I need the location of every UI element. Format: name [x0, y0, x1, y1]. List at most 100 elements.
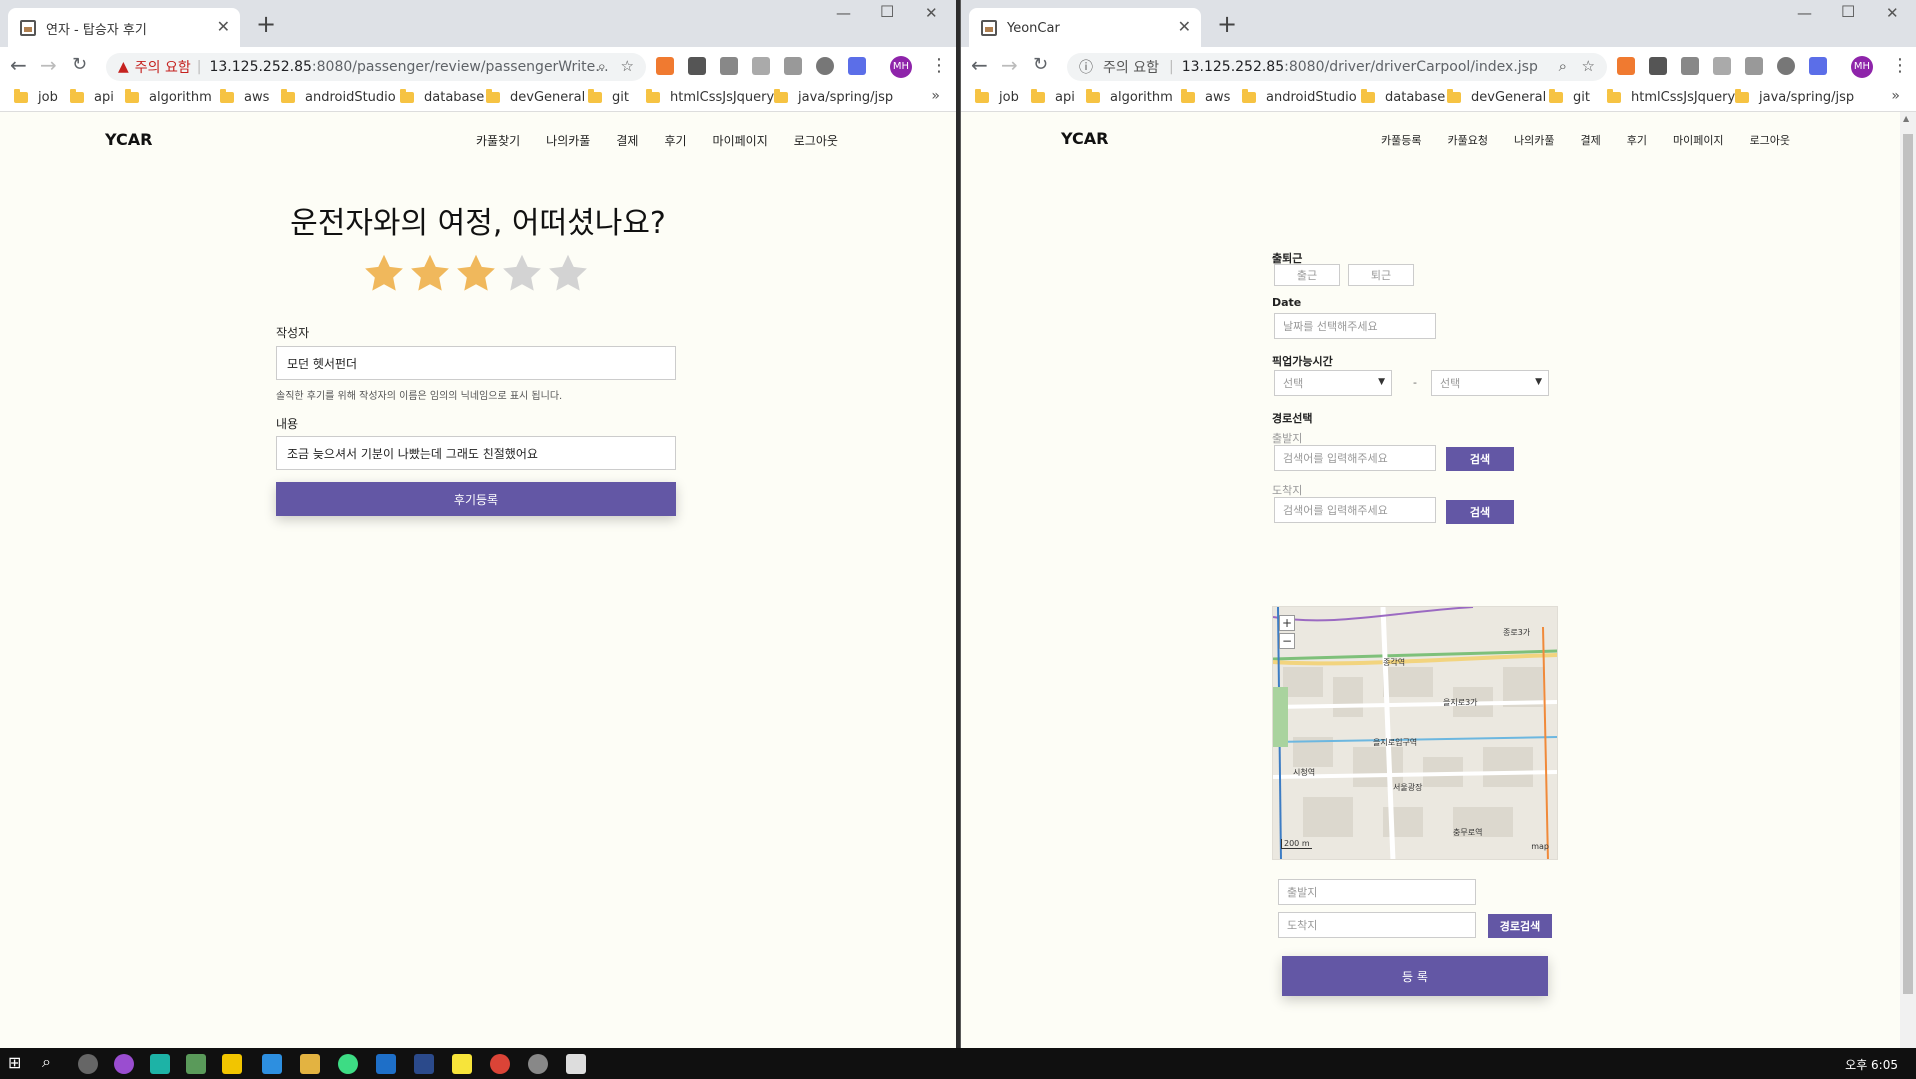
- reload-icon[interactable]: ↻: [1033, 53, 1048, 77]
- extension-icon[interactable]: [1617, 57, 1635, 75]
- menu-icon[interactable]: ⋮: [1891, 55, 1909, 76]
- app-icon[interactable]: [376, 1054, 396, 1074]
- extension-icon[interactable]: [752, 57, 770, 75]
- maximize-icon[interactable]: ☐: [1841, 2, 1855, 21]
- settings-icon[interactable]: [528, 1054, 548, 1074]
- scrollbar[interactable]: ▲: [1900, 112, 1916, 1048]
- star-filled-icon[interactable]: [454, 252, 498, 296]
- nav-mypage[interactable]: 마이페이지: [1673, 134, 1724, 147]
- back-icon[interactable]: ←: [10, 53, 27, 77]
- extension-icon[interactable]: [1681, 57, 1699, 75]
- star-filled-icon[interactable]: [408, 252, 452, 296]
- nav-carpool-request[interactable]: 카풀요청: [1447, 134, 1487, 147]
- address-bar[interactable]: ▲ 주의 요함 | 13.125.252.85:8080/passenger/r…: [106, 53, 646, 81]
- minimize-icon[interactable]: —: [1797, 4, 1812, 22]
- extension-icon[interactable]: [1745, 57, 1763, 75]
- nav-review[interactable]: 후기: [664, 134, 686, 148]
- scroll-up-icon[interactable]: ▲: [1903, 114, 1909, 123]
- file-explorer-icon[interactable]: [300, 1054, 320, 1074]
- zoom-icon[interactable]: ⌕: [1559, 57, 1567, 75]
- close-tab-icon[interactable]: ✕: [217, 18, 230, 36]
- reload-icon[interactable]: ↻: [72, 53, 87, 77]
- nav-review[interactable]: 후기: [1627, 134, 1647, 147]
- commute-option-work[interactable]: 출근: [1274, 264, 1340, 286]
- extension-icon[interactable]: [1649, 57, 1667, 75]
- back-icon[interactable]: ←: [971, 53, 988, 77]
- bookmark-folder[interactable]: java/spring/jsp: [1735, 89, 1854, 105]
- star-empty-icon[interactable]: [546, 252, 590, 296]
- origin-search-button[interactable]: 검색: [1446, 447, 1514, 471]
- pickup-end-select[interactable]: 선택 ▼: [1431, 370, 1549, 396]
- content-field[interactable]: 조금 늦으셔서 기분이 나빴는데 그래도 친절했어요: [276, 436, 676, 470]
- extension-icon[interactable]: [720, 57, 738, 75]
- android-studio-icon[interactable]: [338, 1054, 358, 1074]
- chrome-icon[interactable]: [490, 1054, 510, 1074]
- extension-icon[interactable]: [688, 57, 706, 75]
- route-map[interactable]: 종로3가 종각역 을지로입구역 시청역 충무로역 을지로3가 서울광장 + − …: [1272, 606, 1558, 860]
- nav-mypage[interactable]: 마이페이지: [713, 134, 768, 148]
- extension-icon[interactable]: [1777, 57, 1795, 75]
- nav-register-carpool[interactable]: 카풀등록: [1381, 134, 1421, 147]
- bookmark-folder[interactable]: htmlCssJsJquery: [646, 89, 774, 105]
- extension-icon[interactable]: [1713, 57, 1731, 75]
- start-windows-icon[interactable]: ⊞: [8, 1053, 28, 1073]
- nav-find-carpool[interactable]: 카풀찾기: [476, 134, 520, 148]
- extension-icon[interactable]: [816, 57, 834, 75]
- nav-my-carpool[interactable]: 나의카풀: [1514, 134, 1554, 147]
- bookmark-folder[interactable]: database: [1361, 89, 1445, 105]
- star-filled-icon[interactable]: [362, 252, 406, 296]
- profile-avatar[interactable]: MH: [890, 56, 912, 78]
- bookmark-folder[interactable]: algorithm: [1086, 89, 1173, 105]
- tab-yeoncar[interactable]: YeonCar ✕: [969, 8, 1201, 48]
- minimize-icon[interactable]: —: [836, 4, 851, 22]
- bookmark-folder[interactable]: api: [1031, 89, 1075, 105]
- site-logo[interactable]: YCAR: [105, 130, 152, 149]
- bookmark-folder[interactable]: aws: [220, 89, 269, 105]
- forward-icon[interactable]: →: [1001, 53, 1018, 77]
- new-tab-icon[interactable]: +: [256, 10, 276, 38]
- destination-search-input[interactable]: 검색어를 입력해주세요: [1274, 497, 1436, 523]
- pickup-start-select[interactable]: 선택 ▼: [1274, 370, 1392, 396]
- app-icon[interactable]: [78, 1054, 98, 1074]
- bookmark-folder[interactable]: git: [1549, 89, 1590, 105]
- more-bookmarks-icon[interactable]: »: [1891, 88, 1900, 104]
- bookmark-folder[interactable]: devGeneral: [1447, 89, 1546, 105]
- map-zoom-in-button[interactable]: +: [1279, 615, 1295, 631]
- date-input[interactable]: 날짜를 선택해주세요: [1274, 313, 1436, 339]
- sticky-notes-icon[interactable]: [452, 1054, 472, 1074]
- route-origin-field[interactable]: 출발지: [1278, 879, 1476, 905]
- bookmark-star-icon[interactable]: ☆: [1582, 57, 1595, 75]
- bookmark-folder[interactable]: api: [70, 89, 114, 105]
- photos-icon[interactable]: [566, 1054, 586, 1074]
- kakaotalk-icon[interactable]: [222, 1054, 242, 1074]
- bookmark-folder[interactable]: algorithm: [125, 89, 212, 105]
- profile-avatar[interactable]: MH: [1851, 56, 1873, 78]
- destination-search-button[interactable]: 검색: [1446, 500, 1514, 524]
- map-zoom-out-button[interactable]: −: [1279, 633, 1295, 649]
- vscode-icon[interactable]: [262, 1054, 282, 1074]
- app-icon[interactable]: [114, 1054, 134, 1074]
- nav-logout[interactable]: 로그아웃: [794, 134, 838, 148]
- bookmark-folder[interactable]: java/spring/jsp: [774, 89, 893, 105]
- author-field[interactable]: 모던 헷서펀더: [276, 346, 676, 380]
- star-rating[interactable]: [362, 252, 590, 296]
- close-window-icon[interactable]: ✕: [1886, 4, 1899, 22]
- forward-icon[interactable]: →: [40, 53, 57, 77]
- submit-review-button[interactable]: 후기등록: [276, 482, 676, 516]
- address-bar[interactable]: ⓘ 주의 요함 | 13.125.252.85:8080/driver/driv…: [1067, 53, 1607, 81]
- extension-icon[interactable]: [848, 57, 866, 75]
- register-button[interactable]: 등 록: [1282, 956, 1548, 996]
- bookmark-star-icon[interactable]: ☆: [621, 57, 634, 75]
- bookmark-folder[interactable]: job: [975, 89, 1019, 105]
- bookmark-folder[interactable]: git: [588, 89, 629, 105]
- tab-review[interactable]: 연자 - 탑승자 후기 ✕: [8, 8, 240, 48]
- nav-my-carpool[interactable]: 나의카풀: [546, 134, 590, 148]
- nav-payment[interactable]: 결제: [1580, 134, 1600, 147]
- bookmark-folder[interactable]: htmlCssJsJquery: [1607, 89, 1735, 105]
- bookmark-folder[interactable]: job: [14, 89, 58, 105]
- taskbar-clock[interactable]: 오후 6:05: [1845, 1056, 1898, 1073]
- star-empty-icon[interactable]: [500, 252, 544, 296]
- nav-payment[interactable]: 결제: [616, 134, 638, 148]
- nav-logout[interactable]: 로그아웃: [1750, 134, 1790, 147]
- extension-icon[interactable]: [784, 57, 802, 75]
